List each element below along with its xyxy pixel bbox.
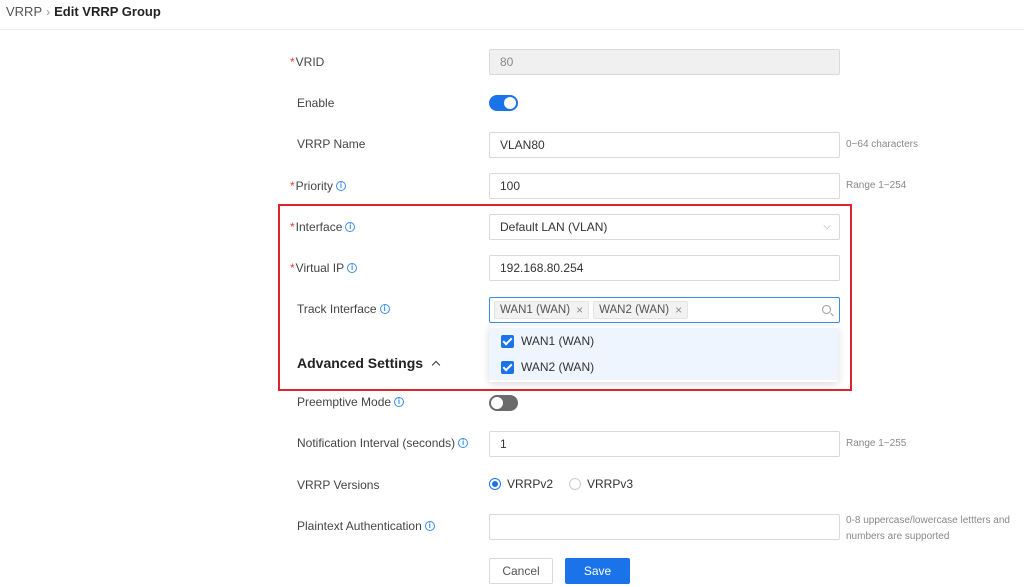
checkbox-checked-icon[interactable] xyxy=(501,360,514,374)
radio-vrrpv2[interactable]: VRRPv2 xyxy=(489,477,553,491)
breadcrumb-parent[interactable]: VRRP xyxy=(6,4,42,19)
notification-interval-hint: Range 1~255 xyxy=(846,438,907,449)
checkbox-checked-icon[interactable] xyxy=(501,334,514,348)
info-icon[interactable]: i xyxy=(458,438,469,448)
toggle-knob xyxy=(491,397,503,409)
close-icon[interactable]: × xyxy=(675,298,682,322)
virtual-ip-input[interactable]: 192.168.80.254 xyxy=(489,255,840,281)
required-mark: * xyxy=(290,220,295,234)
virtual-ip-label: * Virtual IP i xyxy=(290,256,358,280)
info-icon[interactable]: i xyxy=(347,263,358,273)
interface-label: * Interface i xyxy=(290,215,356,239)
option-wan1[interactable]: WAN1 (WAN) xyxy=(489,328,838,354)
cancel-button[interactable]: Cancel xyxy=(489,558,553,584)
breadcrumb-separator: › xyxy=(46,4,51,19)
vrrp-name-input[interactable]: VLAN80 xyxy=(489,132,840,158)
vrrp-name-hint: 0~64 characters xyxy=(846,139,918,150)
vrid-field: 80 xyxy=(489,49,840,75)
interface-selected-value: Default LAN (VLAN) xyxy=(500,220,608,234)
preemptive-mode-label: Preemptive Mode i xyxy=(297,390,405,414)
notification-interval-input[interactable]: 1 xyxy=(489,431,840,457)
tag-wan2: WAN2 (WAN) × xyxy=(593,298,689,322)
enable-label: Enable xyxy=(297,96,335,110)
preemptive-mode-toggle[interactable] xyxy=(489,395,518,411)
enable-toggle[interactable] xyxy=(489,95,518,111)
track-interface-select[interactable]: WAN1 (WAN) × WAN2 (WAN) × xyxy=(489,297,840,323)
notification-interval-label: Notification Interval (seconds) i xyxy=(297,431,469,455)
chevron-down-icon: ⌵ xyxy=(823,221,831,232)
advanced-settings-toggle[interactable]: Advanced Settings xyxy=(297,355,441,371)
radio-unselected-icon[interactable] xyxy=(569,478,582,490)
interface-select[interactable]: Default LAN (VLAN) ⌵ xyxy=(489,214,840,240)
chevron-up-icon xyxy=(431,360,441,370)
radio-vrrpv3[interactable]: VRRPv3 xyxy=(569,477,633,491)
toggle-knob xyxy=(504,97,516,109)
page-title: Edit VRRP Group xyxy=(54,4,161,19)
plaintext-auth-label: Plaintext Authentication i xyxy=(297,514,435,538)
vrrp-versions-label: VRRP Versions xyxy=(297,478,380,492)
required-mark: * xyxy=(290,179,295,193)
required-mark: * xyxy=(290,55,295,69)
priority-label: * Priority i xyxy=(290,174,347,198)
priority-input[interactable]: 100 xyxy=(489,173,840,199)
info-icon[interactable]: i xyxy=(345,222,356,232)
close-icon[interactable]: × xyxy=(576,298,583,322)
plaintext-auth-hint: 0-8 uppercase/lowercase lettters and num… xyxy=(846,515,1010,542)
info-icon[interactable]: i xyxy=(394,397,405,407)
option-wan2[interactable]: WAN2 (WAN) xyxy=(489,354,838,380)
vrid-label: * VRID xyxy=(290,50,324,74)
track-interface-label: Track Interface i xyxy=(297,297,390,321)
breadcrumb: VRRP › Edit VRRP Group xyxy=(6,4,161,19)
priority-hint: Range 1~254 xyxy=(846,180,907,191)
save-button[interactable]: Save xyxy=(565,558,630,584)
vrrp-name-label: VRRP Name xyxy=(297,137,366,151)
info-icon[interactable]: i xyxy=(379,304,390,314)
search-icon xyxy=(822,305,831,314)
required-mark: * xyxy=(290,261,295,275)
plaintext-auth-input[interactable] xyxy=(489,514,840,540)
track-interface-dropdown: WAN1 (WAN) WAN2 (WAN) xyxy=(489,326,838,382)
tag-wan1: WAN1 (WAN) × xyxy=(494,298,590,322)
info-icon[interactable]: i xyxy=(336,181,347,191)
header-divider xyxy=(0,29,1024,30)
radio-selected-icon[interactable] xyxy=(489,478,501,490)
info-icon[interactable]: i xyxy=(424,521,435,531)
vrrp-versions-radio-group: VRRPv2 VRRPv3 xyxy=(489,477,649,491)
